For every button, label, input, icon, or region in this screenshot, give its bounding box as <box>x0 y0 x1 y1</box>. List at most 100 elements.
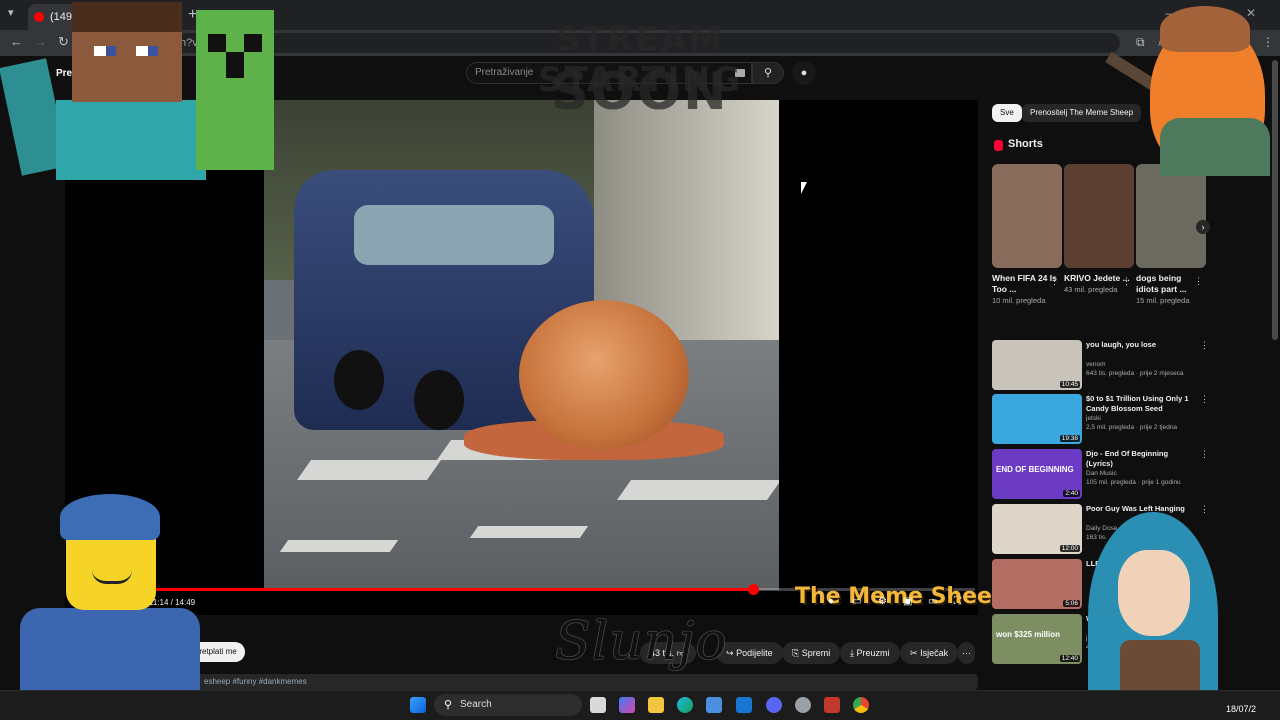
video-more-icon[interactable]: ⋮ <box>1200 504 1209 515</box>
steam-icon[interactable] <box>795 697 811 713</box>
back-arrow-icon[interactable]: ← <box>10 34 23 49</box>
page-scrollbar[interactable] <box>1272 60 1278 340</box>
snail-shell <box>519 300 689 450</box>
short-views: 10 mil. pregleda <box>992 296 1046 305</box>
more-actions-button[interactable]: ⋯ <box>958 642 975 664</box>
chrome-icon[interactable] <box>853 697 869 713</box>
overlay-steve-hair <box>72 2 182 32</box>
recommended-thumbnail[interactable]: 12:00 <box>992 504 1082 554</box>
recommended-channel[interactable]: jetski <box>1086 415 1196 422</box>
shorts-next-chevron-icon[interactable]: › <box>1196 220 1210 234</box>
recommended-title[interactable]: Djo - End Of Beginning (Lyrics) <box>1086 449 1196 469</box>
short-thumbnail[interactable] <box>1136 164 1206 268</box>
discord-icon[interactable] <box>766 697 782 713</box>
short-more-icon[interactable]: ⋮ <box>1122 276 1131 287</box>
video-duration: 5:06 <box>1063 600 1080 607</box>
save-label: Spremi <box>801 648 831 658</box>
overlay-steve-eye <box>94 46 116 56</box>
video-more-icon[interactable]: ⋮ <box>1200 449 1209 460</box>
overlay-creeper-eye <box>244 34 262 52</box>
short-thumbnail[interactable] <box>1064 164 1134 268</box>
theater-mode-icon[interactable]: ▭ <box>928 596 937 607</box>
microphone-icon: ● <box>800 67 808 79</box>
youtube-favicon-icon <box>34 12 44 22</box>
recommended-video[interactable]: 10:45 you laugh, you lose venom 643 tis. pr… <box>992 340 1212 390</box>
shorts-logo-icon <box>994 140 1003 151</box>
video-frame[interactable] <box>264 100 779 590</box>
miniplayer-icon[interactable]: ▣ <box>903 596 912 607</box>
video-more-icon[interactable]: ⋮ <box>1200 340 1209 351</box>
settings-gear-icon[interactable]: ⚙ <box>878 596 887 607</box>
taxi-window <box>354 205 554 265</box>
short-thumbnail[interactable] <box>992 164 1062 268</box>
profile-label: Pre <box>56 68 73 79</box>
recommended-thumbnail[interactable]: won $325 million 12:40 <box>992 614 1082 664</box>
scissors-icon: ✂ <box>910 648 918 658</box>
overlay-fishstick-hat <box>1160 6 1250 52</box>
taskbar-clock: 18/07/2 <box>1226 704 1257 714</box>
overlay-steve-body <box>56 100 206 180</box>
crosswalk-stripe <box>616 480 779 500</box>
menu-kebab-icon[interactable]: ⋮ <box>1262 35 1274 49</box>
copilot-icon[interactable] <box>619 697 635 713</box>
clip-button[interactable]: ✂ Isječak <box>900 642 959 664</box>
outlook-icon[interactable] <box>736 697 752 713</box>
mouse-cursor-icon <box>801 182 807 194</box>
recommended-meta: 643 tis. pregleda · prije 2 mjeseca <box>1086 370 1184 377</box>
forward-arrow-icon[interactable]: → <box>34 34 47 49</box>
recommended-title[interactable]: Poor Guy Was Left Hanging <box>1086 504 1196 514</box>
autoplay-toggle-icon[interactable]: ● <box>828 596 834 607</box>
save-button[interactable]: ⎘ Spremi <box>782 642 841 664</box>
file-explorer-icon[interactable] <box>648 697 664 713</box>
stream-soon-text: SOON <box>551 62 729 122</box>
overlay-creeper-eye <box>208 34 226 52</box>
chip-all[interactable]: Sve <box>992 104 1022 122</box>
download-button[interactable]: ⤓ Preuzmi <box>840 642 900 664</box>
description-hashtags[interactable]: esheep #funny #dankmemes <box>186 674 978 690</box>
signature-text: Slunjo <box>555 612 728 672</box>
overlay-steve-eye <box>136 46 158 56</box>
recommended-title[interactable]: you laugh, you lose <box>1086 340 1196 350</box>
recommended-thumbnail[interactable]: 5:06 <box>992 559 1082 609</box>
short-more-icon[interactable]: ⋮ <box>1194 276 1203 287</box>
video-more-icon[interactable]: ⋮ <box>1200 394 1209 405</box>
chip-uploader[interactable]: Prenositelj The Meme Sheep <box>1022 104 1142 122</box>
overlay-roblox-cap <box>60 494 160 540</box>
app-icon[interactable] <box>824 697 840 713</box>
recommended-thumbnail[interactable]: 10:45 <box>992 340 1082 390</box>
overlay-jinx-face <box>1118 550 1190 636</box>
bookmark-icon: ⎘ <box>792 648 800 658</box>
overlay-fishstick-vest <box>1160 118 1270 176</box>
recommended-channel[interactable]: venom <box>1086 361 1196 368</box>
recommended-thumbnail[interactable]: END OF BEGINNING 2:40 <box>992 449 1082 499</box>
recommended-video[interactable]: END OF BEGINNING 2:40 Djo - End Of Beginni… <box>992 449 1212 499</box>
short-more-icon[interactable]: ⋮ <box>1050 276 1059 287</box>
recommended-video[interactable]: 19:38 $0 to $1 Trillion Using Only 1 Cand… <box>992 394 1212 444</box>
recommended-thumbnail[interactable]: 19:38 <box>992 394 1082 444</box>
reload-icon[interactable]: ↻ <box>58 34 69 50</box>
crosswalk-stripe <box>279 540 399 552</box>
taxi-wheel <box>414 370 464 430</box>
share-label: Podijelite <box>736 648 773 658</box>
recommended-title[interactable]: $0 to $1 Trillion Using Only 1 Candy Blo… <box>1086 394 1196 414</box>
cast-icon[interactable]: ⧉ <box>1136 35 1145 50</box>
taskbar-search-label: Search <box>460 699 492 710</box>
short-views: 15 mil. pregleda <box>1136 296 1190 305</box>
task-view-icon[interactable] <box>590 697 606 713</box>
subtitles-icon[interactable]: ▭ <box>852 596 861 607</box>
progress-fill[interactable] <box>85 588 753 591</box>
time-display: 11:14 / 14:49 <box>149 598 196 607</box>
edge-browser-icon[interactable] <box>677 697 693 713</box>
taskbar-search[interactable]: Search <box>434 694 582 716</box>
overlay-creeper-mouth <box>226 52 244 78</box>
download-label: Preuzmi <box>856 648 890 658</box>
store-icon[interactable] <box>706 697 722 713</box>
tab-list-chevron-icon[interactable]: ▾ <box>8 6 14 19</box>
crosswalk-stripe <box>469 526 589 538</box>
fullscreen-icon[interactable]: ⛶ <box>954 596 961 607</box>
recommended-meta: 105 mil. pregleda · prije 1 godinu <box>1086 479 1181 486</box>
crosswalk-stripe <box>296 460 442 480</box>
recommended-channel[interactable]: Dan Music <box>1086 470 1196 477</box>
progress-scrubber[interactable] <box>748 584 759 595</box>
start-menu-icon[interactable] <box>410 697 426 713</box>
